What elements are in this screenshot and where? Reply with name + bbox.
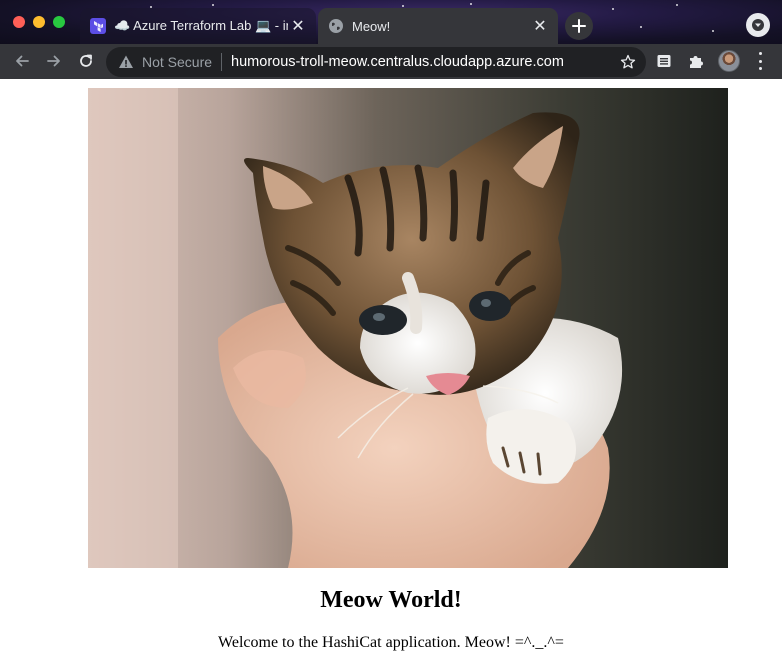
tab-search-button[interactable]	[746, 13, 770, 37]
kitten-image	[88, 88, 728, 568]
plus-icon	[572, 19, 586, 33]
forward-button[interactable]	[40, 47, 68, 75]
warning-icon	[119, 55, 133, 68]
chevron-down-icon	[752, 19, 764, 31]
reading-list-button[interactable]	[655, 52, 673, 70]
browser-toolbar: Not Secure humorous-troll-meow.centralus…	[0, 44, 782, 79]
terraform-icon	[90, 18, 106, 34]
extensions-button[interactable]	[687, 52, 705, 70]
address-bar[interactable]: Not Secure humorous-troll-meow.centralus…	[106, 47, 646, 77]
star-icon[interactable]	[620, 54, 636, 70]
profile-avatar[interactable]	[718, 50, 740, 72]
kebab-menu-icon[interactable]	[752, 52, 768, 70]
background-star	[640, 26, 642, 28]
background-star	[470, 3, 472, 5]
background-star	[712, 30, 714, 32]
window-close-button[interactable]	[13, 16, 25, 28]
back-button[interactable]	[8, 47, 36, 75]
tab-strip: ☁️ Azure Terraform Lab 💻 - in ✕ Meow! ✕	[0, 0, 782, 44]
background-star	[676, 4, 678, 6]
back-arrow-icon	[16, 55, 29, 67]
tab-title: Meow!	[352, 18, 391, 34]
tab-azure-terraform-lab[interactable]: ☁️ Azure Terraform Lab 💻 - in ✕	[80, 8, 316, 44]
url-text[interactable]: humorous-troll-meow.centralus.cloudapp.a…	[231, 54, 564, 70]
background-star	[212, 4, 214, 6]
page-content: Meow World! Welcome to the HashiCat appl…	[0, 79, 782, 654]
window-maximize-button[interactable]	[53, 16, 65, 28]
forward-arrow-icon	[47, 55, 60, 67]
welcome-text: Welcome to the HashiCat application. Meo…	[218, 634, 564, 651]
globe-icon	[329, 19, 343, 33]
tab-meow[interactable]: Meow! ✕	[318, 8, 558, 44]
background-star	[402, 5, 404, 7]
tab-close-icon[interactable]: ✕	[530, 16, 550, 36]
new-tab-button[interactable]	[565, 12, 593, 40]
puzzle-icon	[690, 56, 703, 68]
reload-icon	[80, 54, 92, 67]
page-title: Meow World!	[320, 587, 462, 613]
reload-button[interactable]	[72, 47, 100, 75]
background-star	[612, 8, 614, 10]
security-label[interactable]: Not Secure	[142, 54, 212, 70]
omnibox-divider	[221, 53, 223, 71]
window-minimize-button[interactable]	[33, 16, 45, 28]
tab-close-icon[interactable]: ✕	[288, 16, 308, 36]
reading-list-icon	[657, 55, 671, 67]
tab-title: ☁️ Azure Terraform Lab 💻 - in	[114, 18, 288, 33]
